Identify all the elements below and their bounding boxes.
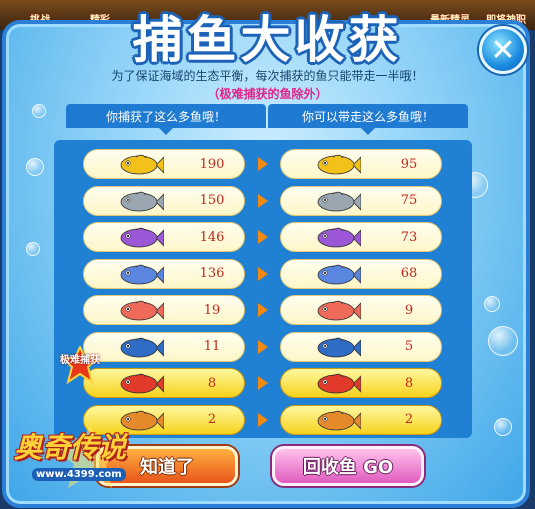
arrow-right-icon — [258, 376, 268, 390]
take-count-cell: 9 — [280, 295, 442, 325]
game-logo: 奥奇传说 www.4399.com — [6, 418, 146, 490]
rare-badge-label: 极难捕获 — [60, 355, 100, 366]
take-count: 73 — [400, 229, 418, 245]
take-count-cell: 75 — [280, 185, 442, 216]
fish-row: 8 8 极难捕获 — [0, 346, 535, 400]
info-note: （极难捕获的鱼除外） — [207, 87, 328, 101]
take-count: 5 — [404, 339, 414, 354]
take-count-cell: 2 — [280, 404, 442, 435]
take-count-cell: 5 — [280, 331, 442, 362]
purple-fish-icon — [118, 227, 165, 249]
arrow-right-icon — [258, 157, 268, 171]
caught-count: 136 — [199, 266, 225, 281]
caught-count-cell: 190 — [83, 149, 245, 179]
take-column-header: 你可以带走这么多鱼哦！ — [268, 104, 468, 135]
take-count-cell: 95 — [280, 149, 442, 179]
take-count: 68 — [400, 266, 418, 281]
red-fish-icon — [118, 300, 165, 322]
caught-count-cell: 19 — [83, 295, 245, 325]
caught-count-cell: 11 — [83, 331, 245, 362]
logo-url: www.4399.com — [32, 468, 126, 481]
fish-row: 136 68 — [0, 258, 535, 291]
caught-count-cell: 8 — [83, 368, 245, 398]
caught-column-header: 你捕获了这么多鱼哦！ — [66, 104, 266, 135]
close-icon: ✕ — [490, 32, 516, 68]
redgold-fish-icon — [118, 373, 165, 395]
redgold-fish-icon — [315, 373, 362, 395]
take-count: 8 — [404, 375, 414, 391]
caught-count-cell: 136 — [83, 258, 245, 289]
arrow-right-icon — [258, 412, 268, 427]
bubble-decoration — [32, 104, 46, 118]
gold-fish-icon — [315, 154, 362, 176]
purple-fish-icon — [315, 227, 362, 249]
take-count: 2 — [404, 412, 414, 427]
caught-count: 2 — [207, 412, 217, 427]
crab-fish-icon — [315, 410, 362, 432]
take-count-cell: 8 — [280, 368, 442, 398]
caught-count-cell: 146 — [83, 222, 245, 252]
info-text: 为了保证海域的生态平衡，每次捕获的鱼只能带走一半哦！ — [111, 69, 424, 83]
silver-fish-icon — [315, 191, 362, 213]
dialog-title: 捕鱼大收获 — [132, 11, 403, 69]
take-count-cell: 68 — [280, 258, 442, 289]
caught-count: 150 — [199, 193, 225, 208]
blue-fish-icon — [315, 264, 362, 286]
caught-count: 19 — [203, 302, 221, 318]
silver-fish-icon — [118, 191, 165, 213]
recycle-fish-button[interactable]: 回收鱼 GO — [272, 446, 424, 486]
caught-count: 146 — [199, 229, 225, 245]
arrow-right-icon — [258, 193, 268, 208]
arrow-right-icon — [258, 303, 268, 317]
fish-row: 146 73 — [0, 222, 535, 254]
bluewhite-fish-icon — [315, 337, 362, 359]
red-fish-icon — [315, 300, 362, 322]
bluewhite-fish-icon — [118, 337, 165, 359]
fish-row: 150 75 — [0, 185, 535, 218]
arrow-right-icon — [258, 266, 268, 281]
take-count-cell: 73 — [280, 222, 442, 252]
caught-count: 11 — [203, 339, 221, 354]
caught-count: 8 — [207, 375, 217, 391]
fish-row: 190 95 — [0, 149, 535, 181]
take-count: 75 — [400, 193, 418, 208]
fish-row: 19 9 — [0, 295, 535, 327]
caught-count-cell: 150 — [83, 185, 245, 216]
take-count: 95 — [400, 156, 418, 172]
logo-title: 奥奇传说 — [14, 431, 127, 464]
close-button[interactable]: ✕ — [479, 26, 527, 74]
arrow-right-icon — [258, 230, 268, 244]
rare-badge: 极难捕获 — [60, 346, 100, 386]
take-count: 9 — [404, 302, 414, 318]
blue-fish-icon — [118, 264, 165, 286]
caught-count: 190 — [199, 156, 225, 172]
arrow-right-icon — [258, 339, 268, 354]
gold-fish-icon — [118, 154, 165, 176]
